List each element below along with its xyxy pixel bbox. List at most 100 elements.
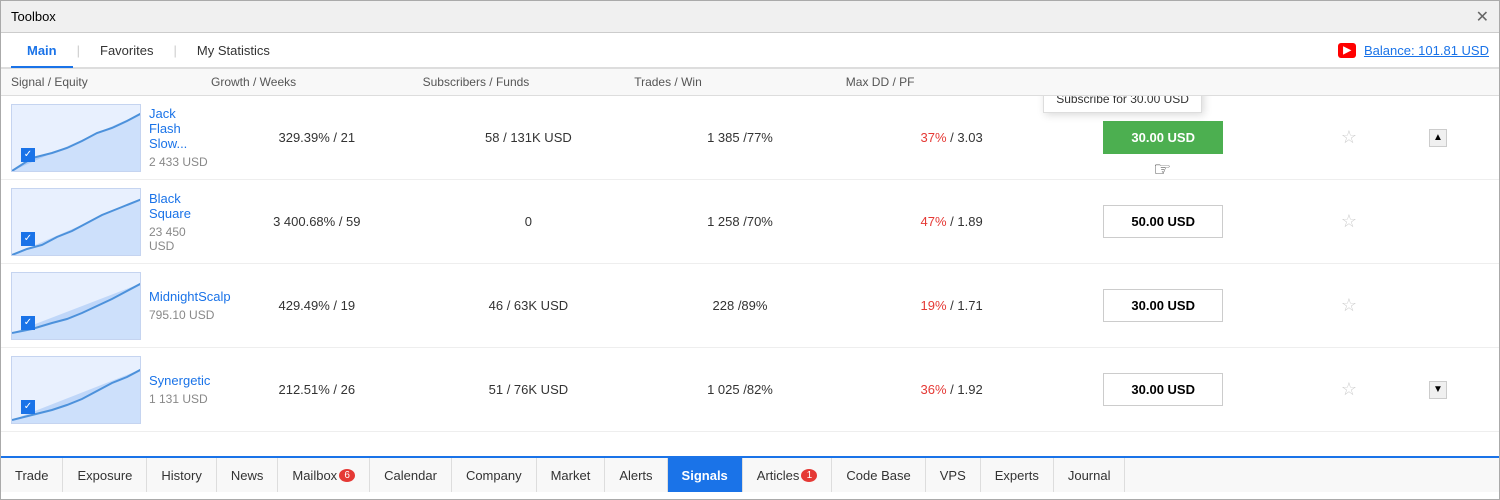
star-button-2[interactable]: ☆ xyxy=(1337,211,1361,232)
maxdd-1: 37% / 3.03 xyxy=(846,130,1058,145)
signal-cell-3: ✓ MidnightScalp 795.10 USD xyxy=(11,272,211,340)
nav-item-journal[interactable]: Journal xyxy=(1054,458,1126,492)
cursor-hand-icon: ☞ xyxy=(1153,157,1171,182)
title-bar-title: Toolbox xyxy=(11,9,56,24)
nav-item-mailbox[interactable]: Mailbox6 xyxy=(278,458,370,492)
subscribers-4: 51 / 76K USD xyxy=(423,382,635,397)
header-max-dd-pf: Max DD / PF xyxy=(846,75,1058,89)
nav-item-vps[interactable]: VPS xyxy=(926,458,981,492)
signal-name-4[interactable]: Synergetic xyxy=(149,373,210,388)
header-empty xyxy=(1057,75,1269,89)
star-cell-1: ☆ xyxy=(1269,127,1429,148)
bottom-nav: TradeExposureHistoryNewsMailbox6Calendar… xyxy=(1,456,1499,492)
table-row: ✓ Jack Flash Slow... 2 433 USD 329.39% /… xyxy=(1,96,1499,180)
price-cell-2: 50.00 USD xyxy=(1057,205,1269,238)
signal-equity-1: 2 433 USD xyxy=(149,155,211,169)
signal-cell-4: ✓ Synergetic 1 131 USD xyxy=(11,356,211,424)
youtube-icon: ▶ xyxy=(1338,43,1356,58)
tooltip-wrapper-1: Subscribe for 30.00 USD 30.00 USD ☞ xyxy=(1103,121,1223,154)
nav-item-history[interactable]: History xyxy=(147,458,216,492)
trades-2: 1 258 /70% xyxy=(634,214,846,229)
signal-equity-2: 23 450 USD xyxy=(149,225,211,253)
scroll-arrow-up[interactable]: ▲ xyxy=(1429,129,1447,147)
tab-favorites[interactable]: Favorites xyxy=(84,35,169,68)
table-row: ✓ MidnightScalp 795.10 USD 429.49% / 19 … xyxy=(1,264,1499,348)
table-row: ✓ Black Square 23 450 USD 3 400.68% / 59… xyxy=(1,180,1499,264)
header-trades-win: Trades / Win xyxy=(634,75,846,89)
subscribe-button-3[interactable]: 30.00 USD xyxy=(1103,289,1223,322)
header-empty3 xyxy=(1429,75,1469,89)
tab-separator-1: | xyxy=(77,43,80,58)
growth-2: 3 400.68% / 59 xyxy=(211,214,423,229)
subscribers-2: 0 xyxy=(423,214,635,229)
signal-name-2[interactable]: Black Square xyxy=(149,191,211,221)
signal-cell-1: ✓ Jack Flash Slow... 2 433 USD xyxy=(11,104,211,172)
price-cell-1: Subscribe for 30.00 USD 30.00 USD ☞ xyxy=(1057,121,1269,154)
maxdd-4: 36% / 1.92 xyxy=(846,382,1058,397)
price-cell-3: 30.00 USD xyxy=(1057,289,1269,322)
nav-item-code-base[interactable]: Code Base xyxy=(832,458,925,492)
signal-cell-2: ✓ Black Square 23 450 USD xyxy=(11,188,211,256)
close-button[interactable]: ✕ xyxy=(1476,7,1489,27)
table-row: ✓ Synergetic 1 131 USD 212.51% / 26 51 /… xyxy=(1,348,1499,432)
header-growth-weeks: Growth / Weeks xyxy=(211,75,423,89)
trades-1: 1 385 /77% xyxy=(634,130,846,145)
tab-bar: Main | Favorites | My Statistics ▶ Balan… xyxy=(1,33,1499,69)
header-empty2 xyxy=(1269,75,1429,89)
checkbox-4[interactable]: ✓ xyxy=(21,400,35,414)
title-bar: Toolbox ✕ xyxy=(1,1,1499,33)
nav-item-company[interactable]: Company xyxy=(452,458,537,492)
header-empty4 xyxy=(1469,75,1489,89)
signal-equity-4: 1 131 USD xyxy=(149,392,210,406)
maxdd-3: 19% / 1.71 xyxy=(846,298,1058,313)
tab-separator-2: | xyxy=(173,43,176,58)
signal-info-2: Black Square 23 450 USD xyxy=(149,191,211,253)
subscribe-button-1[interactable]: 30.00 USD xyxy=(1103,121,1223,154)
nav-item-market[interactable]: Market xyxy=(537,458,606,492)
nav-item-articles[interactable]: Articles1 xyxy=(743,458,833,492)
subscribe-button-4[interactable]: 30.00 USD xyxy=(1103,373,1223,406)
scroll-arrow-down[interactable]: ▼ xyxy=(1429,381,1447,399)
balance-link[interactable]: Balance: 101.81 USD xyxy=(1364,43,1489,58)
star-cell-2: ☆ xyxy=(1269,211,1429,232)
checkbox-2[interactable]: ✓ xyxy=(21,232,35,246)
subscribers-1: 58 / 131K USD xyxy=(423,130,635,145)
star-button-4[interactable]: ☆ xyxy=(1337,379,1361,400)
growth-3: 429.49% / 19 xyxy=(211,298,423,313)
checkbox-1[interactable]: ✓ xyxy=(21,148,35,162)
maxdd-2: 47% / 1.89 xyxy=(846,214,1058,229)
trades-3: 228 /89% xyxy=(634,298,846,313)
nav-item-signals[interactable]: Signals xyxy=(668,458,743,492)
nav-item-trade[interactable]: Trade xyxy=(1,458,63,492)
tab-my-statistics[interactable]: My Statistics xyxy=(181,35,286,68)
star-cell-4: ☆ xyxy=(1269,379,1429,400)
tab-bar-left: Main | Favorites | My Statistics xyxy=(11,35,286,66)
tab-main[interactable]: Main xyxy=(11,35,73,68)
signal-info-1: Jack Flash Slow... 2 433 USD xyxy=(149,106,211,169)
nav-item-exposure[interactable]: Exposure xyxy=(63,458,147,492)
star-button-3[interactable]: ☆ xyxy=(1337,295,1361,316)
nav-badge-mailbox: 6 xyxy=(339,469,355,482)
header-subscribers-funds: Subscribers / Funds xyxy=(423,75,635,89)
header-signal-equity: Signal / Equity xyxy=(11,75,211,89)
nav-badge-articles: 1 xyxy=(801,469,817,482)
table-body: ✓ Jack Flash Slow... 2 433 USD 329.39% /… xyxy=(1,96,1499,456)
subscribe-tooltip-1: Subscribe for 30.00 USD xyxy=(1043,96,1202,113)
price-cell-4: 30.00 USD xyxy=(1057,373,1269,406)
nav-item-calendar[interactable]: Calendar xyxy=(370,458,452,492)
signal-info-4: Synergetic 1 131 USD xyxy=(149,373,210,406)
signal-name-1[interactable]: Jack Flash Slow... xyxy=(149,106,211,151)
tab-bar-right: ▶ Balance: 101.81 USD xyxy=(1338,43,1489,58)
subscribers-3: 46 / 63K USD xyxy=(423,298,635,313)
subscribe-button-2[interactable]: 50.00 USD xyxy=(1103,205,1223,238)
nav-item-experts[interactable]: Experts xyxy=(981,458,1054,492)
growth-4: 212.51% / 26 xyxy=(211,382,423,397)
star-cell-3: ☆ xyxy=(1269,295,1429,316)
trades-4: 1 025 /82% xyxy=(634,382,846,397)
table-header: Signal / Equity Growth / Weeks Subscribe… xyxy=(1,69,1499,96)
growth-1: 329.39% / 21 xyxy=(211,130,423,145)
nav-item-news[interactable]: News xyxy=(217,458,279,492)
nav-item-alerts[interactable]: Alerts xyxy=(605,458,667,492)
checkbox-3[interactable]: ✓ xyxy=(21,316,35,330)
star-button-1[interactable]: ☆ xyxy=(1337,127,1361,148)
